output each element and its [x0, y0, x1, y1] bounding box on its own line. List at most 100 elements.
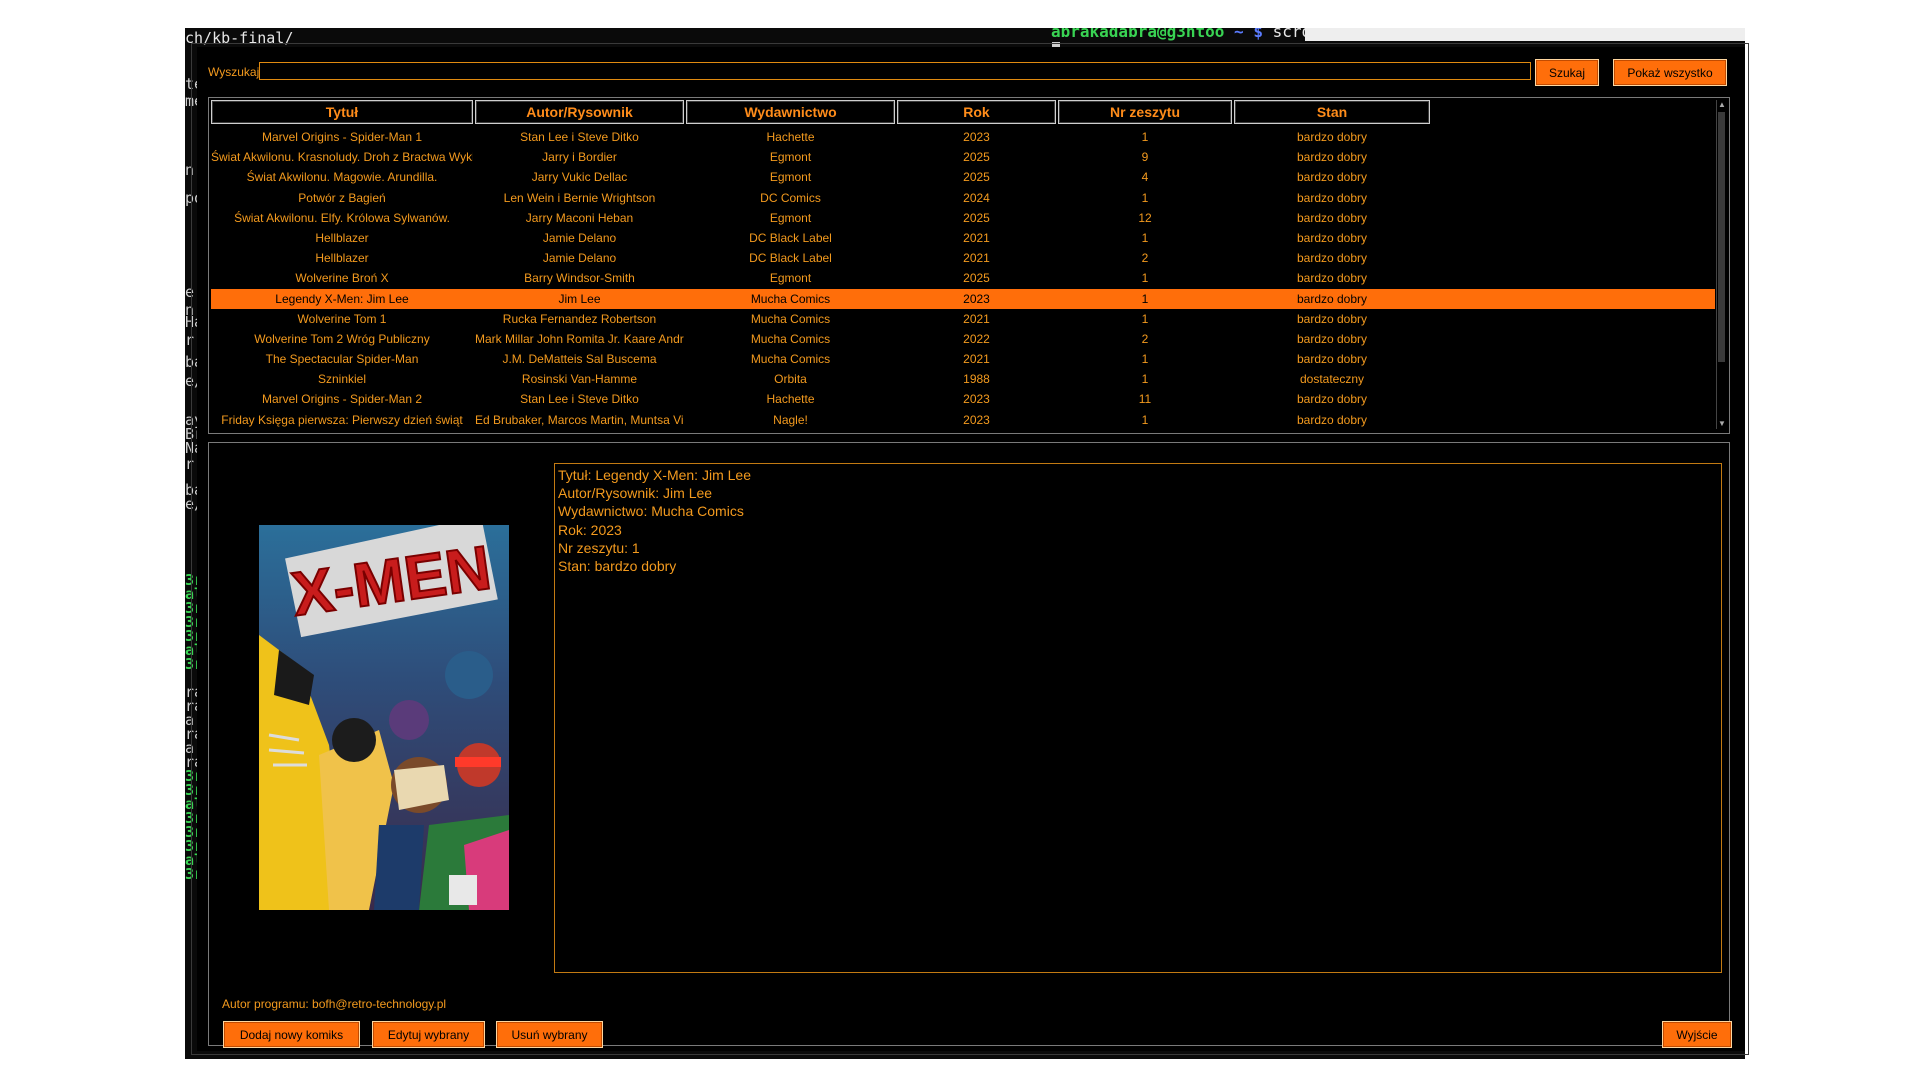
cell-condition: bardzo dobry — [1296, 331, 1368, 346]
comics-table: Tytuł Autor/Rysownik Wydawnictwo Rok Nr zesz… — [208, 97, 1730, 434]
cell-year: 2021 — [963, 311, 990, 326]
cell-author: Jarry Vukic Dellac — [531, 170, 628, 185]
terminal-prompt: abrakadabra@g3ntoo ~ $ scrot — [1051, 28, 1321, 42]
exit-button[interactable]: Wyjście — [1662, 1021, 1732, 1048]
cell-publisher: DC Black Label — [749, 251, 832, 266]
cell-publisher: Mucha Comics — [750, 331, 831, 346]
table-row-selected[interactable]: Legendy X-Men: Jim Lee Jim Lee Mucha Comic… — [211, 288, 1715, 309]
details-panel: X-MEN Tytuł: Legendy X-Men: Jim Lee Auto… — [208, 442, 1732, 1048]
table-row[interactable]: Świat Akwilonu. Krasnoludy. Droh z Bract… — [211, 147, 1715, 167]
cell-condition: bardzo dobry — [1296, 311, 1368, 326]
table-row[interactable]: Wolverine Broń X Barry Windsor-Smith Egmon… — [211, 268, 1715, 288]
column-header-author[interactable]: Autor/Rysownik — [475, 100, 684, 124]
cell-year: 2021 — [963, 230, 990, 245]
cell-issue: 4 — [1141, 170, 1149, 185]
cell-issue: 1 — [1141, 311, 1149, 326]
column-header-issue[interactable]: Nr zeszytu — [1058, 100, 1232, 124]
cell-publisher: Egmont — [769, 271, 812, 286]
show-all-button[interactable]: Pokaż wszystko — [1613, 59, 1727, 86]
table-row[interactable]: Świat Akwilonu. Elfy. Królowa Sylwanów. J… — [211, 208, 1715, 228]
column-header-title[interactable]: Tytuł — [211, 100, 473, 124]
cell-condition: bardzo dobry — [1296, 130, 1368, 144]
cell-author: Mark Millar John Romita Jr. Kaare Andrew… — [475, 331, 684, 346]
cell-condition: bardzo dobry — [1296, 150, 1368, 165]
cell-condition: bardzo dobry — [1296, 251, 1368, 266]
cell-title: Świat Akwilonu. Elfy. Królowa Sylwanów. — [234, 210, 450, 225]
cell-title: Legendy X-Men: Jim Lee — [275, 291, 409, 306]
cell-author: Jamie Delano — [542, 251, 617, 266]
terminal-path-text: ch/kb-final/ — [185, 29, 294, 47]
terminal-selection-bar — [1305, 28, 1745, 41]
cell-year: 2025 — [963, 271, 990, 286]
x-men-cover-art: X-MEN — [259, 525, 509, 910]
cell-year: 2022 — [963, 331, 990, 346]
cell-title: Świat Akwilonu. Magowie. Arundilla. — [246, 170, 438, 185]
cell-publisher: Hachette — [766, 130, 815, 144]
cell-condition: bardzo dobry — [1296, 392, 1368, 407]
terminal-dollar: $ — [1253, 28, 1263, 41]
delete-selected-button[interactable]: Usuń wybrany — [496, 1021, 603, 1048]
scroll-up-arrow-icon[interactable]: ▲ — [1717, 100, 1727, 110]
cell-year: 2021 — [963, 352, 990, 367]
cell-condition: dostateczny — [1299, 372, 1365, 387]
cell-author: Jim Lee — [558, 291, 601, 306]
cell-year: 2023 — [963, 412, 990, 427]
search-button[interactable]: Szukaj — [1535, 59, 1599, 86]
cell-condition: bardzo dobry — [1296, 271, 1368, 286]
table-row[interactable]: Potwór z Bagień Len Wein i Bernie Wrights… — [211, 188, 1715, 208]
cell-issue: 1 — [1141, 190, 1149, 205]
cell-author: Len Wein i Bernie Wrightson — [503, 190, 656, 205]
table-row[interactable]: Friday Księga pierwsza: Pierwszy dzień ś… — [211, 410, 1715, 430]
column-header-publisher[interactable]: Wydawnictwo — [686, 100, 895, 124]
search-label: Wyszukaj: — [208, 65, 263, 79]
cell-year: 2023 — [963, 392, 990, 407]
cell-issue: 12 — [1138, 210, 1152, 225]
cell-title: Hellblazer — [315, 230, 369, 245]
column-header-condition[interactable]: Stan — [1234, 100, 1430, 124]
table-row[interactable]: Szninkiel Rosinski Van-Hamme Orbita 1988 1 do… — [211, 369, 1715, 389]
cell-condition: bardzo dobry — [1296, 230, 1368, 245]
cell-condition: bardzo dobry — [1296, 170, 1368, 185]
cell-issue: 1 — [1141, 352, 1149, 367]
cell-issue: 1 — [1141, 271, 1149, 286]
cell-year: 1988 — [963, 372, 990, 387]
detail-line: Stan: bardzo dobry — [558, 558, 677, 575]
table-row[interactable]: Hellblazer Jamie Delano DC Black Label 2021… — [211, 228, 1715, 248]
table-row[interactable]: The Spectacular Spider-Man J.M. DeMatteis… — [211, 349, 1715, 369]
cell-author: Rucka Fernandez Robertson — [502, 311, 657, 326]
cell-title: Marvel Origins - Spider-Man 2 — [261, 392, 423, 407]
cell-author: Jamie Delano — [542, 230, 617, 245]
scroll-thumb[interactable] — [1718, 112, 1725, 362]
cell-condition: bardzo dobry — [1296, 291, 1368, 306]
cell-publisher: Hachette — [766, 392, 815, 407]
table-row[interactable]: Wolverine Tom 2 Wróg Publiczny Mark Milla… — [211, 329, 1715, 349]
cell-year: 2021 — [963, 251, 990, 266]
add-comic-button[interactable]: Dodaj nowy komiks — [223, 1021, 360, 1048]
cell-issue: 1 — [1141, 372, 1149, 387]
cell-author: Jarry i Bordier — [542, 150, 617, 165]
search-input[interactable] — [259, 62, 1531, 80]
table-row[interactable]: Hellblazer Jamie Delano DC Black Label 2021… — [211, 248, 1715, 268]
cell-issue: 11 — [1138, 392, 1152, 407]
cell-title: Marvel Origins - Spider-Man 1 — [261, 130, 423, 144]
table-row[interactable]: Świat Akwilonu. Magowie. Arundilla. Jarry… — [211, 167, 1715, 187]
table-row[interactable]: Marvel Origins - Spider-Man 2 Stan Lee i … — [211, 389, 1715, 409]
cell-publisher: Egmont — [769, 150, 812, 165]
detail-line: Autor/Rysownik: Jim Lee — [558, 485, 713, 502]
table-row[interactable]: Marvel Origins - Spider-Man 1 Stan Lee i … — [211, 127, 1715, 147]
cell-publisher: DC Comics — [760, 190, 821, 205]
cell-author: Stan Lee i Steve Ditko — [520, 392, 639, 407]
column-header-year[interactable]: Rok — [897, 100, 1056, 124]
cell-condition: bardzo dobry — [1296, 352, 1368, 367]
table-row[interactable]: Wolverine Tom 1 Rucka Fernandez Robertson… — [211, 309, 1715, 329]
cell-title: Wolverine Tom 2 Wróg Publiczny — [254, 331, 430, 346]
details-lines: Tytuł: Legendy X-Men: Jim Lee Autor/Rysow… — [555, 464, 1721, 575]
terminal-fragment: e — [185, 283, 195, 301]
cell-author: Jarry Maconi Heban — [525, 210, 634, 225]
cell-title: Wolverine Broń X — [295, 271, 389, 286]
edit-selected-button[interactable]: Edytuj wybrany — [372, 1021, 485, 1048]
cell-year: 2025 — [963, 210, 990, 225]
scroll-down-arrow-icon[interactable]: ▼ — [1717, 419, 1727, 429]
table-body: Marvel Origins - Spider-Man 1 Stan Lee i … — [211, 127, 1715, 430]
table-scrollbar[interactable]: ▲ ▼ — [1716, 100, 1727, 429]
